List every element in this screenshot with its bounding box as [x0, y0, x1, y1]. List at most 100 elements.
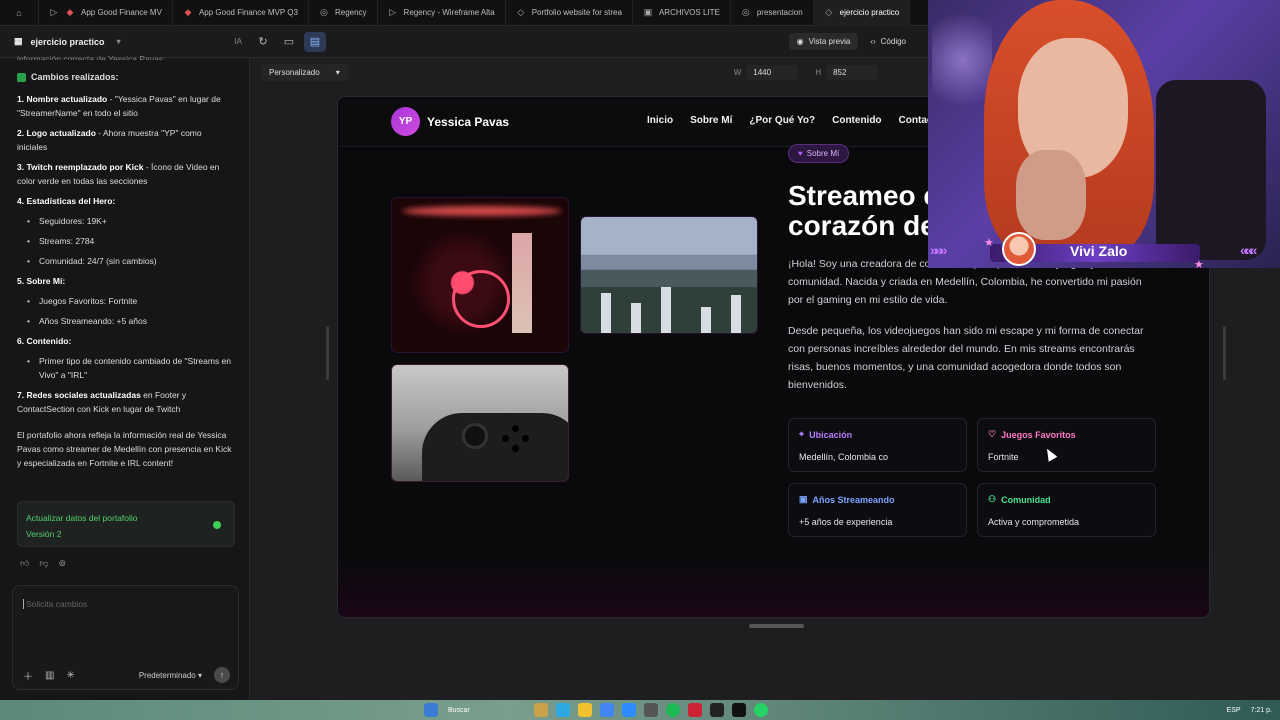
canvas-scroll-handle[interactable]: [749, 624, 804, 628]
folder-icon[interactable]: [577, 703, 592, 717]
code-button[interactable]: ‹› Código: [862, 33, 914, 50]
clock[interactable]: 7:21 p.: [1251, 707, 1272, 714]
responsive-view-button[interactable]: ▤: [304, 31, 326, 52]
stats-list: Seguidores: 19K+ Streams: 2784 Comunidad…: [27, 214, 232, 268]
globe-icon: ◎: [320, 7, 328, 17]
resize-handle-left[interactable]: [326, 326, 329, 380]
tab-app-good-finance-mvp-q3[interactable]: ◆ App Good Finance MVP Q3: [173, 0, 309, 26]
app-icon[interactable]: [533, 703, 548, 717]
plus-icon[interactable]: ＋: [23, 668, 33, 683]
section-badge: ♥ Sobre Mí: [788, 144, 850, 163]
app-icon[interactable]: [709, 703, 724, 717]
preview-button[interactable]: ◉ Vista previa: [788, 33, 859, 50]
height-input[interactable]: 852: [827, 64, 878, 80]
content-title: 6. Contenido:: [17, 336, 72, 346]
desktop-view-button[interactable]: ▭: [278, 32, 300, 52]
tab-portfolio-website[interactable]: ◇ Portfolio website for strea: [506, 0, 633, 26]
chrome-icon[interactable]: [599, 703, 614, 717]
globe-icon: ◎: [741, 7, 750, 17]
info-card-comunidad: ⚇ Comunidad Activa y comprometida: [977, 483, 1156, 537]
chevron-left-icon: «««: [1240, 242, 1257, 258]
changes-heading: Cambios realizados:: [17, 70, 232, 84]
app-icon[interactable]: [643, 703, 658, 717]
chat-panel: información correcta de Yessica Pavas: C…: [0, 54, 250, 700]
chat-input[interactable]: Solicita cambios: [23, 599, 87, 609]
nav-inicio[interactable]: Inicio: [647, 115, 673, 126]
copy-icon[interactable]: ⊚: [59, 558, 67, 569]
change-item: 3. Twitch reemplazado por Kick - Ícono d…: [17, 162, 220, 186]
chat-composer[interactable]: Solicita cambios ＋ ▥ ✳ Predeterminado ▾ …: [12, 585, 239, 690]
stats-title: 4. Estadísticas del Hero:: [17, 196, 116, 206]
spotify-icon[interactable]: [665, 703, 680, 717]
refresh-button[interactable]: ↻: [252, 32, 274, 52]
play-icon: ▷: [389, 7, 396, 17]
book-icon[interactable]: ▥: [45, 670, 54, 681]
grid-icon: ▦: [14, 36, 23, 46]
app-icon[interactable]: [555, 703, 570, 717]
tab-app-good-finance-mv[interactable]: ▷ ◆ App Good Finance MV: [39, 0, 173, 26]
canvas-dimensions: W 1440 H 852: [734, 64, 878, 80]
about-headline: Streameo c corazón de: [788, 180, 939, 241]
tiktok-icon[interactable]: [731, 703, 746, 717]
width-input[interactable]: 1440: [747, 64, 798, 80]
sparkle-icon[interactable]: ✳: [66, 670, 74, 681]
diamond-icon: ◇: [517, 7, 525, 17]
list-item: Años Streameando: +5 años: [27, 314, 232, 328]
code-icon: ‹›: [870, 37, 876, 46]
streamer-avatar: [1002, 232, 1036, 266]
heart-icon: ♡: [988, 429, 997, 439]
app-icon[interactable]: [687, 703, 702, 717]
tab-regency-wireframe[interactable]: ▷ Regency - Wireframe Alta: [378, 0, 506, 26]
about-paragraph-2: Desde pequeña, los videojuegos han sido …: [788, 325, 1144, 391]
windows-start-icon[interactable]: [424, 703, 438, 717]
nav-contenido[interactable]: Contenido: [832, 115, 881, 126]
thumbs-up-icon[interactable]: 👍︎: [20, 558, 29, 569]
language-indicator[interactable]: ESP: [1227, 707, 1241, 714]
list-item: Primer tipo de contenido cambiado de "St…: [27, 354, 232, 382]
change-item: 2. Logo actualizado - Ahora muestra "YP"…: [17, 128, 202, 152]
info-card-ubicacion: ⌖ Ubicación Medellín, Colombia co: [788, 418, 967, 472]
whatsapp-icon[interactable]: [753, 703, 768, 717]
location-pin-icon: ⌖: [799, 429, 805, 439]
tab-ejercicio-practico[interactable]: ◇ ejercicio practico: [813, 0, 911, 26]
ia-toggle[interactable]: IA: [234, 37, 242, 46]
streamer-namebar: »»» Vivi Zalo ««« ★ ★: [928, 232, 1280, 271]
tab-archivos-lite[interactable]: ▣ ARCHIVOS LITE: [633, 0, 731, 26]
eye-icon: ◉: [796, 37, 804, 46]
os-taskbar: Buscar ESP 7:21 p.: [0, 700, 1280, 720]
taskbar-search[interactable]: Buscar: [448, 707, 470, 714]
list-item: Seguidores: 19K+: [27, 214, 232, 228]
tab-regency[interactable]: ◎ Regency: [309, 0, 378, 26]
version-card[interactable]: Actualizar datos del portafolio Versión …: [17, 501, 235, 547]
diamond-icon: ◇: [825, 7, 833, 17]
nav-sobre-mi[interactable]: Sobre Mí: [690, 115, 732, 126]
status-dot: [213, 521, 221, 529]
canvas-bar: Personalizado ▾ W 1440 H 852: [251, 58, 928, 86]
site-logo[interactable]: YP: [391, 107, 420, 136]
about-list: Juegos Favoritos: Fortnite Años Streamea…: [27, 294, 232, 328]
app-icon[interactable]: [621, 703, 636, 717]
play-icon: ▷: [50, 7, 58, 17]
resize-handle-right[interactable]: [1223, 326, 1226, 380]
tab-presentacion[interactable]: ◎ presentacion: [731, 0, 814, 26]
gamepad-icon: ▣: [799, 494, 808, 504]
figma-icon: ◆: [66, 7, 74, 17]
chevron-right-icon: »»»: [930, 242, 947, 258]
change-item: 7. Redes sociales actualizadas en Footer…: [17, 390, 187, 414]
nav-por-que-yo[interactable]: ¿Por Qué Yo?: [749, 115, 815, 126]
device-preset-select[interactable]: Personalizado ▾: [261, 63, 348, 81]
feedback-row: 👍︎ 👎︎ ⊚: [20, 558, 66, 569]
thumbs-down-icon[interactable]: 👎︎: [39, 558, 48, 569]
version-title: Actualizar datos del portafolio: [26, 513, 138, 523]
mode-select[interactable]: Predeterminado ▾: [139, 671, 202, 680]
project-switcher[interactable]: ▦ ejercicio practico ▾ IA: [0, 36, 252, 47]
star-icon: ★: [984, 237, 994, 249]
gaming-pc-image: [391, 197, 569, 353]
list-item: Streams: 2784: [27, 234, 232, 248]
send-button[interactable]: ↑: [214, 667, 230, 683]
chevron-down-icon: ▾: [335, 67, 340, 77]
site-logo-name[interactable]: Yessica Pavas: [427, 115, 509, 129]
chat-top-fragment: información correcta de Yessica Pavas:: [17, 54, 166, 60]
tab-home[interactable]: ⌂: [0, 0, 39, 26]
composer-bar: ＋ ▥ ✳ Predeterminado ▾ ↑: [23, 667, 230, 683]
